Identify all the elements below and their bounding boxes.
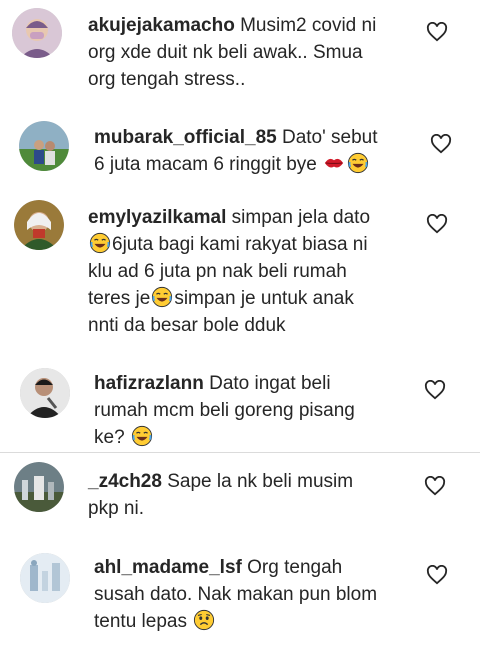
comment-username[interactable]: hafizrazlann [94, 373, 204, 394]
comment-body: Org tengah [247, 557, 343, 578]
laughing-tears-emoji-icon [131, 425, 153, 447]
divider [0, 452, 480, 453]
comment-text: _z4ch28 Sape la nk beli musim pkp ni. [88, 468, 418, 522]
comment-username[interactable]: _z4ch28 [88, 471, 162, 492]
comment-body: org xde duit nk beli awak.. Smua [88, 42, 363, 63]
comment-body: 6juta bagi kami rakyat biasa ni [112, 234, 368, 255]
comment-body: org tengah stress.. [88, 69, 246, 90]
comment-body: Musim2 covid ni [240, 15, 377, 36]
comment-username[interactable]: emylyazilkamal [88, 207, 226, 228]
comment-body: Dato ingat beli [209, 373, 331, 394]
comment-username[interactable]: ahl_madame_lsf [94, 557, 242, 578]
laughing-tears-emoji-icon [347, 152, 369, 174]
like-heart-icon[interactable] [424, 380, 446, 400]
worried-face-emoji-icon [193, 609, 215, 631]
comment-text: ahl_madame_lsf Org tengah susah dato. Na… [94, 554, 414, 635]
avatar[interactable] [12, 8, 62, 58]
comment-body: tentu lepas [94, 611, 187, 632]
comment-body: pkp ni. [88, 498, 144, 519]
comment-body: Sape la nk beli musim [167, 471, 354, 492]
comment-body: ke? [94, 427, 125, 448]
comment-body: simpan je untuk anak [174, 288, 354, 309]
like-heart-icon[interactable] [426, 22, 448, 42]
comment-body: 6 juta macam 6 ringgit bye [94, 154, 317, 175]
avatar[interactable] [20, 368, 70, 418]
comment-username[interactable]: akujejakamacho [88, 15, 235, 36]
comment-text: akujejakamacho Musim2 covid ni org xde d… [88, 12, 418, 93]
laughing-tears-emoji-icon [89, 232, 111, 254]
comment-body: susah dato. Nak makan pun blom [94, 584, 378, 605]
like-heart-icon[interactable] [426, 565, 448, 585]
comment-body: simpan jela dato [231, 207, 371, 228]
comment-text: emylyazilkamal simpan jela dato 6juta ba… [88, 204, 418, 339]
comment-text: mubarak_official_85 Dato' sebut 6 juta m… [94, 124, 414, 178]
avatar[interactable] [14, 462, 64, 512]
avatar[interactable] [19, 121, 69, 171]
comment-body: rumah mcm beli goreng pisang [94, 400, 355, 421]
kiss-lips-emoji-icon [323, 152, 345, 174]
like-heart-icon[interactable] [424, 476, 446, 496]
laughing-tears-emoji-icon [151, 286, 173, 308]
comment-body: teres je [88, 288, 151, 309]
comment-body: klu ad 6 juta pn nak beli rumah [88, 261, 347, 282]
avatar[interactable] [14, 200, 64, 250]
comment-username[interactable]: mubarak_official_85 [94, 127, 277, 148]
comment-text: hafizrazlann Dato ingat beli rumah mcm b… [94, 370, 414, 451]
like-heart-icon[interactable] [426, 214, 448, 234]
comment-body: Dato' sebut [281, 127, 378, 148]
like-heart-icon[interactable] [430, 134, 452, 154]
avatar[interactable] [20, 553, 70, 603]
comment-body: nnti da besar bole dduk [88, 315, 286, 336]
